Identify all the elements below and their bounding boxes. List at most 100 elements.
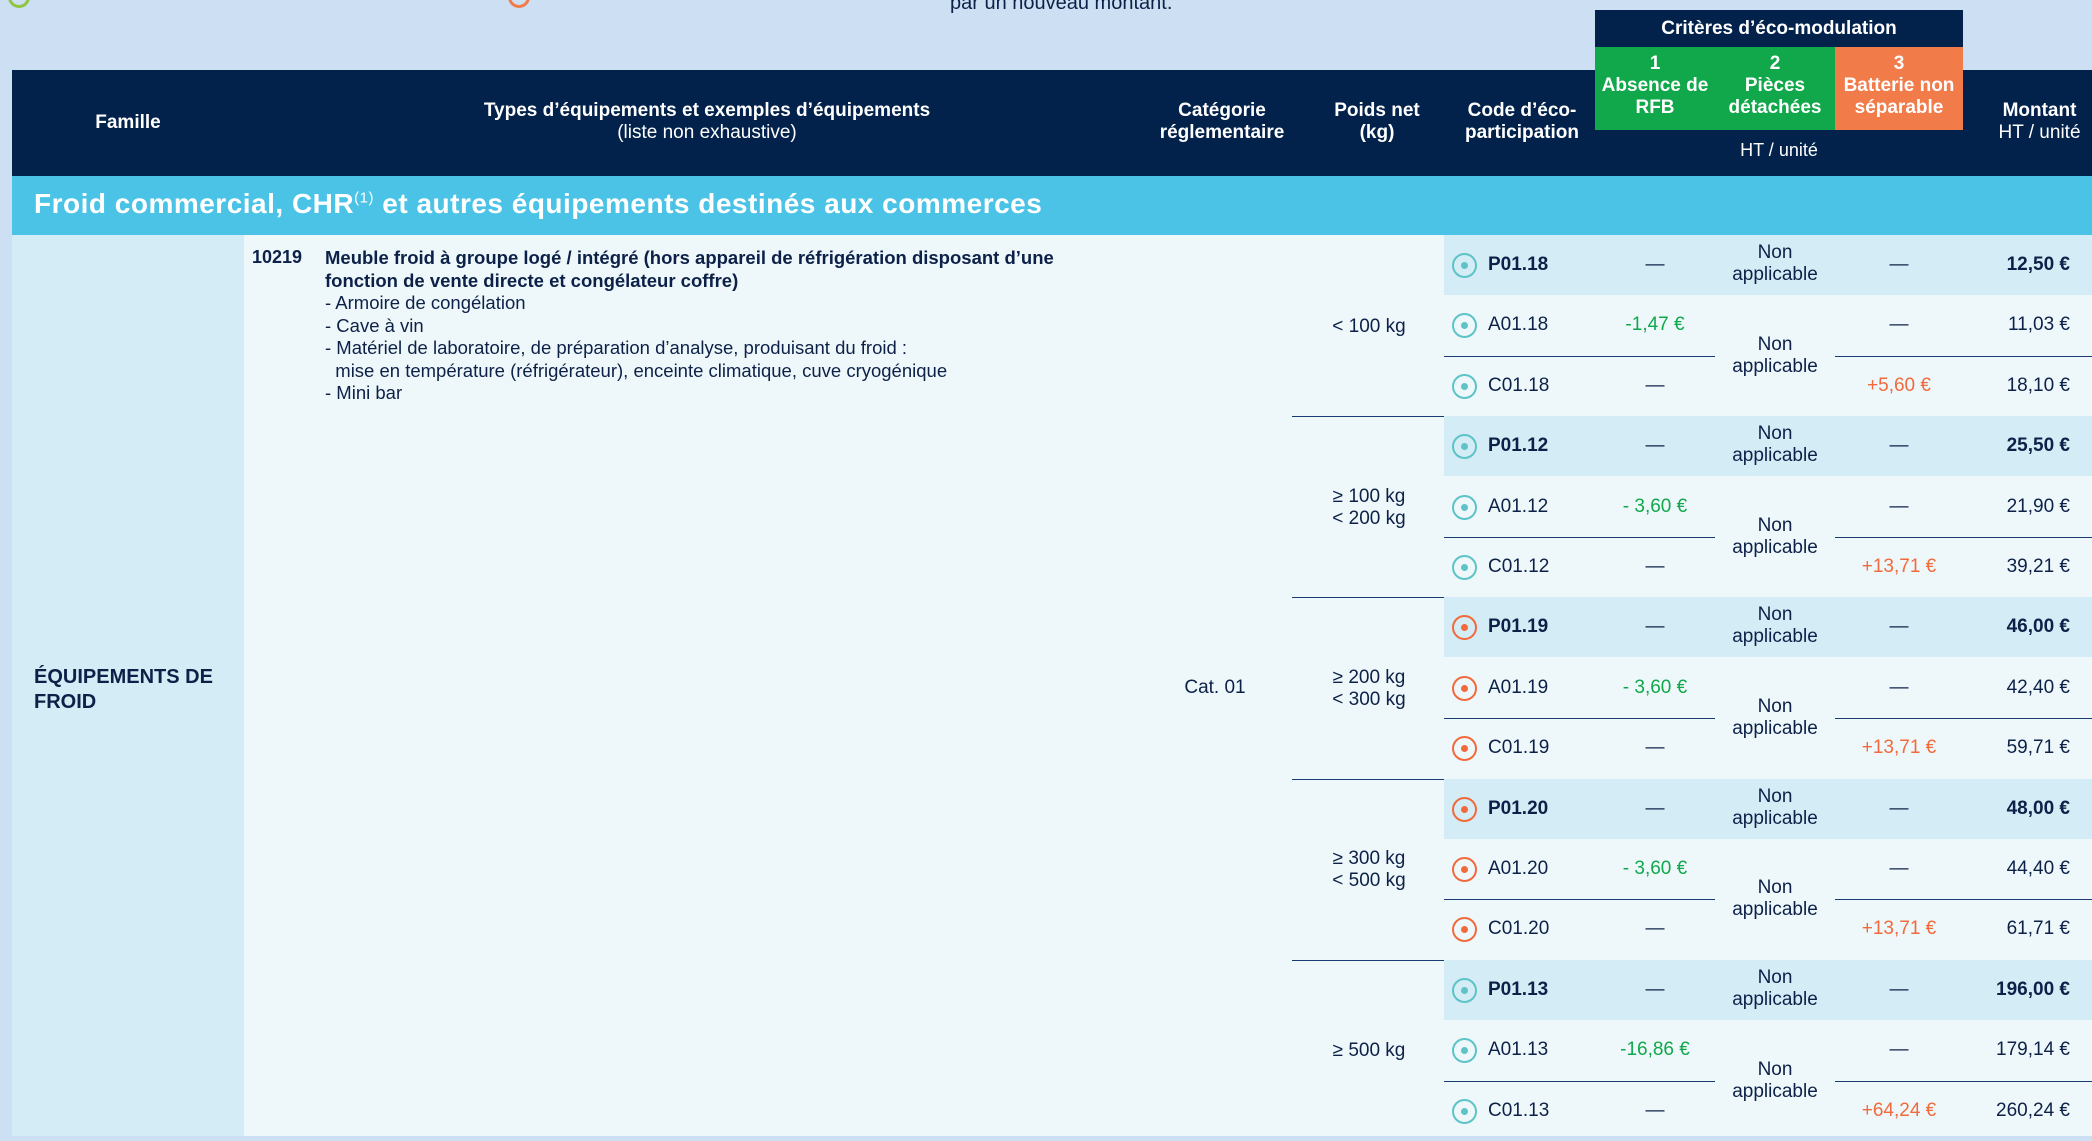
amount: 48,00 € — [2006, 797, 2070, 819]
amount: 11,03 € — [2008, 314, 2070, 336]
criterion-1-value: — — [1645, 1099, 1665, 1121]
header-montant-unit: HT / unité — [1998, 122, 2081, 143]
amount: 46,00 € — [2006, 616, 2070, 638]
row-divider — [1835, 899, 2092, 901]
criterion-1-value: - 3,60 € — [1622, 858, 1688, 879]
row-divider — [1835, 1080, 2092, 1082]
criterion-2-value: Non applicable — [1732, 877, 1818, 921]
amount: 21,90 € — [2006, 495, 2070, 517]
header-poids-unit: (kg) — [1359, 122, 1395, 143]
eco-code: C01.20 — [1488, 918, 1550, 940]
weight-range: ≥ 300 kg < 500 kg — [1332, 848, 1406, 892]
eco-code: C01.12 — [1488, 556, 1550, 577]
table-row: P01.12 — — 25,50 € Non applicable — [1444, 416, 2092, 477]
radio-icon — [1452, 253, 1477, 278]
radio-icon — [1452, 857, 1477, 882]
radio-icon — [1452, 917, 1477, 943]
radio-icon — [1452, 615, 1477, 641]
amount: 44,40 € — [2006, 858, 2070, 879]
amount: 61,71 € — [2006, 918, 2070, 940]
criterion-2-label: Pièces détachées — [1728, 75, 1822, 118]
radio-icon — [1452, 977, 1477, 1003]
criterion-2-num: 2 — [1769, 53, 1781, 74]
criterion-2: 2 Pièces détachées — [1715, 47, 1835, 130]
row-divider — [1835, 718, 2092, 720]
criterion-2-value: Non applicable — [1732, 423, 1818, 467]
criterion-1-value: — — [1645, 435, 1665, 457]
item-title: Meuble froid à groupe logé / intégré (ho… — [325, 247, 1054, 291]
header-poids-label: Poids net — [1334, 100, 1420, 121]
eco-code: C01.13 — [1488, 1099, 1550, 1121]
criterion-2-value: Non applicable — [1732, 966, 1818, 1010]
criteria-unit: HT / unité — [1740, 140, 1818, 160]
radio-icon — [1452, 494, 1477, 520]
row-divider — [1835, 537, 2092, 538]
criterion-3-value: +64,24 € — [1861, 1099, 1937, 1121]
criterion-2-value: Non applicable — [1732, 333, 1818, 377]
criterion-3-value: — — [1889, 314, 1909, 336]
criterion-3-value: +5,60 € — [1867, 374, 1931, 396]
amount: 196,00 € — [1996, 978, 2070, 1000]
family-label: ÉQUIPEMENTS DE FROID — [34, 666, 213, 713]
eco-code: C01.18 — [1488, 374, 1550, 396]
criterion-3-value: — — [1889, 978, 1909, 1000]
header-types-sub: (liste non exhaustive) — [617, 122, 797, 143]
criterion-1-value: -1,47 € — [1625, 314, 1685, 336]
eco-code: P01.12 — [1488, 435, 1549, 457]
section-title-footnote: (1) — [354, 189, 374, 207]
criterion-2-value: Non applicable — [1732, 1058, 1818, 1102]
criterion-1-value: — — [1645, 978, 1665, 1000]
header-code: Code d’éco-participation — [1464, 100, 1579, 143]
row-divider — [1444, 1080, 1715, 1082]
section-title-main: Froid commercial, CHR — [34, 188, 355, 219]
criterion-1-label: Absence de RFB — [1601, 75, 1709, 118]
criterion-1-num: 1 — [1649, 53, 1661, 74]
orange-circle-icon — [508, 0, 530, 8]
amount: 42,40 € — [2006, 676, 2070, 698]
item-description: Meuble froid à groupe logé / intégré (ho… — [325, 247, 1085, 405]
criterion-2-value: Non applicable — [1732, 242, 1818, 285]
header-montant-label: Montant — [2002, 100, 2077, 121]
criterion-1-value: -16,86 € — [1620, 1039, 1690, 1061]
criterion-3-value: — — [1889, 797, 1909, 819]
criterion-1: 1 Absence de RFB — [1595, 47, 1715, 130]
row-divider — [1444, 537, 1715, 538]
criterion-3: 3 Batterie non séparable — [1835, 47, 1963, 130]
eco-code: A01.19 — [1488, 676, 1549, 698]
item-line: - Mini bar — [325, 382, 403, 403]
eco-code: A01.20 — [1488, 858, 1549, 879]
amount: 59,71 € — [2006, 737, 2070, 759]
eco-code: P01.13 — [1488, 978, 1549, 1000]
table-row: P01.20 — — 48,00 € Non applicable — [1444, 778, 2092, 839]
header-types-label: Types d’équipements et exemples d’équipe… — [483, 100, 931, 121]
weight-range: ≥ 100 kg < 200 kg — [1332, 485, 1406, 529]
header-types: Types d’équipements et exemples d’équipe… — [372, 100, 1042, 144]
criterion-3-value: — — [1889, 254, 1909, 275]
criterion-3-value: — — [1889, 1039, 1909, 1061]
weight-range: < 100 kg — [1332, 315, 1406, 337]
eco-code: A01.13 — [1488, 1039, 1549, 1061]
criterion-1-value: — — [1645, 556, 1665, 577]
criterion-3-value: +13,71 € — [1861, 737, 1937, 759]
amount: 260,24 € — [1996, 1099, 2070, 1121]
criterion-3-value: +13,71 € — [1861, 556, 1937, 577]
eco-code: P01.18 — [1488, 254, 1549, 275]
header-poids: Poids net (kg) — [1312, 100, 1442, 144]
criterion-1-value: — — [1645, 374, 1665, 396]
weight-range: ≥ 500 kg — [1332, 1040, 1406, 1062]
table-row: P01.13 — — 196,00 € Non applicable — [1444, 959, 2092, 1020]
header-categorie: Catégorie réglementaire — [1159, 100, 1285, 143]
criterion-3-num: 3 — [1893, 53, 1905, 74]
criteria-title: Critères d’éco-modulation — [1595, 10, 1963, 47]
item-line: - Matériel de laboratoire, de préparatio… — [325, 337, 908, 358]
criterion-1-value: - 3,60 € — [1622, 676, 1688, 698]
item-code: 10219 — [252, 247, 303, 267]
top-note: par un nouveau montant. — [950, 0, 1173, 14]
eco-code: P01.19 — [1488, 616, 1549, 638]
criterion-3-value: — — [1889, 616, 1909, 638]
radio-icon — [1452, 675, 1477, 701]
eco-code: C01.19 — [1488, 737, 1550, 759]
item-line: - Cave à vin — [325, 314, 424, 336]
section-band: Froid commercial, CHR(1) et autres équip… — [12, 176, 2092, 235]
criterion-3-value: +13,71 € — [1861, 918, 1937, 940]
